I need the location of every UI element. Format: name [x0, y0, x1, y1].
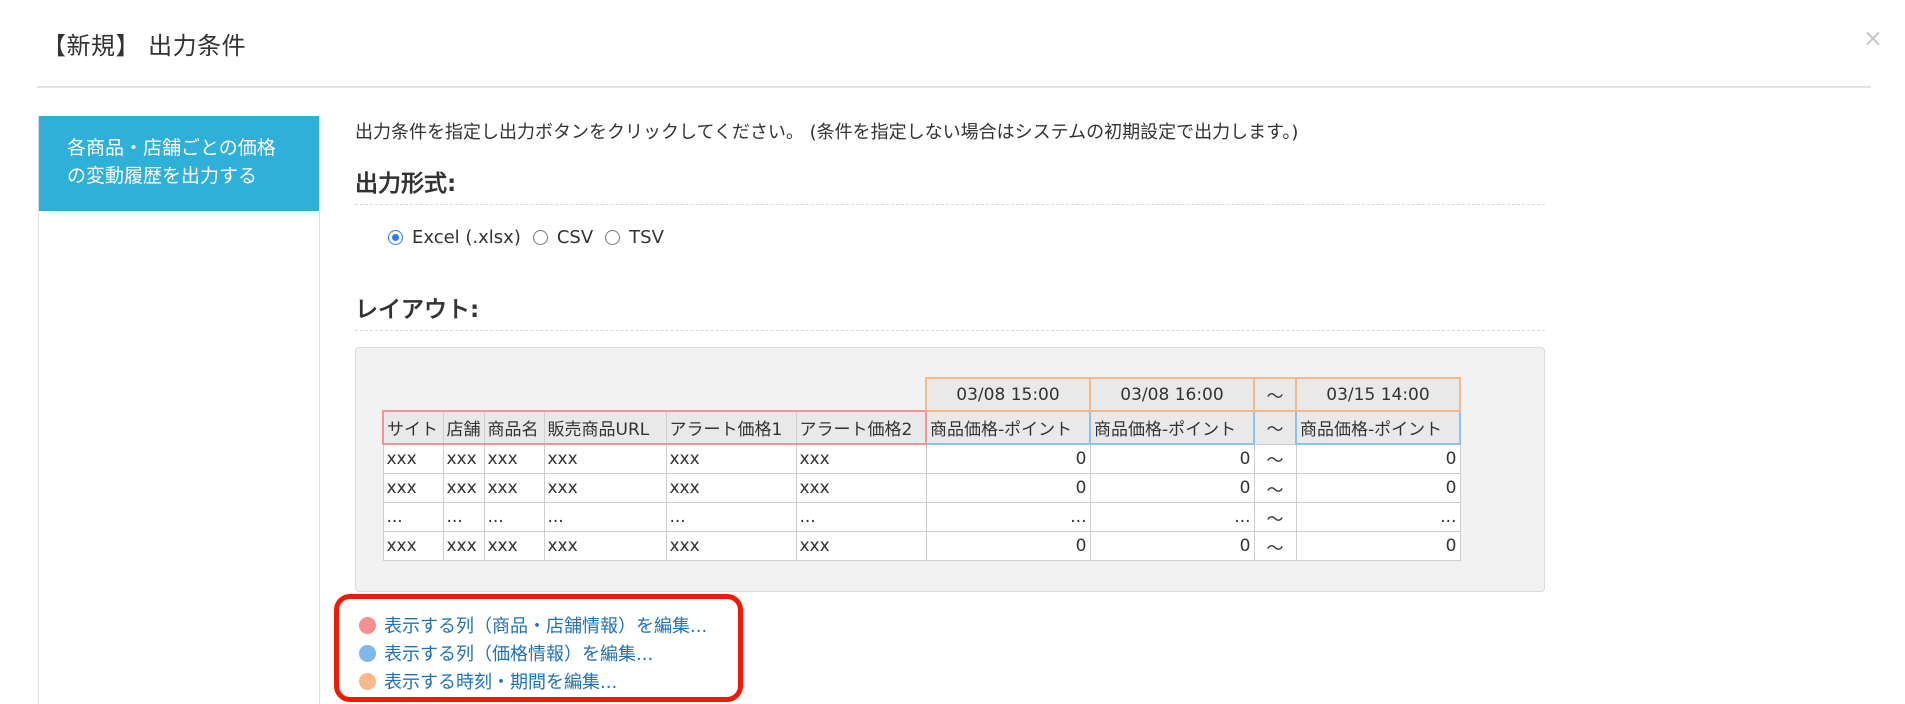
table-row: xxx xxx xxx xxx xxx xxx 0 0 〜 0 — [382, 531, 1461, 561]
radio-tsv[interactable] — [605, 230, 621, 245]
blue-dot-icon — [359, 644, 376, 662]
table-cell: xxx — [483, 443, 545, 474]
table-cell: 〜 — [1253, 502, 1297, 532]
sidebar-item-price-history[interactable]: 各商品・店舗ごとの価格 の変動履歴を出力する — [39, 116, 319, 211]
format-radio-group: Excel (.xlsx) CSV TSV — [388, 227, 1545, 248]
table-cell: xxx — [483, 473, 545, 503]
table-cell: xxx — [442, 473, 485, 503]
edit-link-label: 表示する列（商品・店舗情報）を編集... — [384, 616, 708, 637]
table-cell: ... — [1089, 502, 1255, 532]
table-cell: xxx — [382, 473, 444, 503]
column-header: 販売商品URL — [543, 410, 667, 445]
date-header-row: 03/08 15:00 03/08 16:00 〜 03/15 14:00 — [383, 377, 1461, 412]
table-cell: xxx — [442, 443, 485, 474]
format-option-label: Excel (.xlsx) — [412, 227, 521, 248]
column-header-tilde: 〜 — [1253, 410, 1297, 445]
header-divider — [37, 86, 1871, 88]
edit-links-group: 表示する列（商品・店舗情報）を編集... 表示する列（価格情報）を編集... 表… — [334, 594, 743, 702]
table-cell: 0 — [1089, 473, 1255, 503]
table-cell: ... — [543, 502, 667, 532]
table-row: ... ... ... ... ... ... ... ... 〜 ... — [382, 502, 1461, 532]
column-header: 商品名 — [483, 410, 545, 445]
column-header: 店舗 — [442, 410, 485, 445]
sidebar: 各商品・店舗ごとの価格 の変動履歴を出力する — [38, 116, 320, 704]
format-section-title: 出力形式: — [355, 164, 1545, 205]
close-icon[interactable]: × — [1863, 26, 1883, 50]
table-cell: 〜 — [1253, 531, 1297, 561]
table-cell: 0 — [925, 473, 1091, 503]
table-cell: xxx — [442, 531, 485, 561]
date-range-tilde: 〜 — [1253, 377, 1297, 412]
format-option-csv[interactable]: CSV — [532, 227, 594, 248]
main-content: 出力条件を指定し出力ボタンをクリックしてください。 (条件を指定しない場合はシス… — [355, 115, 1545, 592]
orange-dot-icon — [359, 672, 376, 690]
table-cell: ... — [483, 502, 545, 532]
date-cell: 03/08 16:00 — [1089, 377, 1255, 412]
modal-title: 【新規】 出力条件 — [42, 32, 247, 60]
table-cell: ... — [1295, 502, 1461, 532]
table-cell: 0 — [1295, 473, 1461, 503]
table-cell: xxx — [543, 531, 667, 561]
column-header-price: 商品価格-ポイント — [925, 410, 1091, 445]
format-option-label: CSV — [556, 227, 594, 248]
layout-preview-box: 03/08 15:00 03/08 16:00 〜 03/15 14:00 サイ… — [355, 347, 1545, 592]
date-cell: 03/15 14:00 — [1295, 377, 1461, 412]
column-header: アラート価格1 — [665, 410, 797, 445]
table-cell: xxx — [483, 531, 545, 561]
edit-columns-product-link[interactable]: 表示する列（商品・店舗情報）を編集... — [359, 611, 738, 639]
layout-preview-table: 03/08 15:00 03/08 16:00 〜 03/15 14:00 サイ… — [382, 377, 1461, 561]
column-header: アラート価格2 — [795, 410, 927, 445]
edit-link-label: 表示する時刻・期間を編集... — [384, 672, 618, 693]
table-cell: ... — [382, 502, 444, 532]
table-cell: 0 — [1295, 443, 1461, 474]
sidebar-item-label-line2: の変動履歴を出力する — [67, 165, 258, 187]
table-cell: 0 — [1295, 531, 1461, 561]
table-cell: 0 — [925, 531, 1091, 561]
table-cell: ... — [795, 502, 927, 532]
table-cell: xxx — [795, 443, 927, 474]
edit-link-label: 表示する列（価格情報）を編集... — [384, 644, 654, 665]
column-header-price: 商品価格-ポイント — [1295, 410, 1461, 445]
table-cell: ... — [665, 502, 797, 532]
table-cell: xxx — [382, 443, 444, 474]
table-cell: xxx — [543, 473, 667, 503]
table-cell: xxx — [665, 443, 797, 474]
table-row: xxx xxx xxx xxx xxx xxx 0 0 〜 0 — [382, 443, 1461, 474]
table-row: xxx xxx xxx xxx xxx xxx 0 0 〜 0 — [382, 473, 1461, 503]
table-cell: 0 — [925, 443, 1091, 474]
radio-csv[interactable] — [532, 230, 548, 245]
column-header-row: サイト 店舗 商品名 販売商品URL アラート価格1 アラート価格2 商品価格-… — [382, 410, 1461, 445]
table-cell: 〜 — [1253, 473, 1297, 503]
red-dot-icon — [359, 616, 376, 634]
table-cell: 0 — [1089, 531, 1255, 561]
format-option-tsv[interactable]: TSV — [605, 227, 664, 248]
edit-columns-price-link[interactable]: 表示する列（価格情報）を編集... — [359, 639, 738, 667]
format-option-excel[interactable]: Excel (.xlsx) — [388, 227, 521, 248]
table-cell: xxx — [543, 443, 667, 474]
column-header: サイト — [382, 410, 444, 445]
edit-time-period-link[interactable]: 表示する時刻・期間を編集... — [359, 667, 738, 695]
table-cell: ... — [925, 502, 1091, 532]
format-option-label: TSV — [629, 227, 664, 248]
instruction-text: 出力条件を指定し出力ボタンをクリックしてください。 (条件を指定しない場合はシス… — [355, 122, 1299, 143]
table-cell: xxx — [665, 473, 797, 503]
table-cell: xxx — [795, 473, 927, 503]
table-cell: xxx — [795, 531, 927, 561]
column-header-price: 商品価格-ポイント — [1089, 410, 1255, 445]
table-cell: ... — [442, 502, 485, 532]
table-cell: 0 — [1089, 443, 1255, 474]
table-cell: xxx — [665, 531, 797, 561]
table-cell: 〜 — [1253, 443, 1297, 474]
date-cell: 03/08 15:00 — [925, 377, 1091, 412]
layout-section-title: レイアウト: — [355, 290, 1545, 331]
table-cell: xxx — [382, 531, 444, 561]
radio-excel[interactable] — [388, 230, 403, 245]
sidebar-item-label-line1: 各商品・店舗ごとの価格 — [67, 137, 276, 159]
